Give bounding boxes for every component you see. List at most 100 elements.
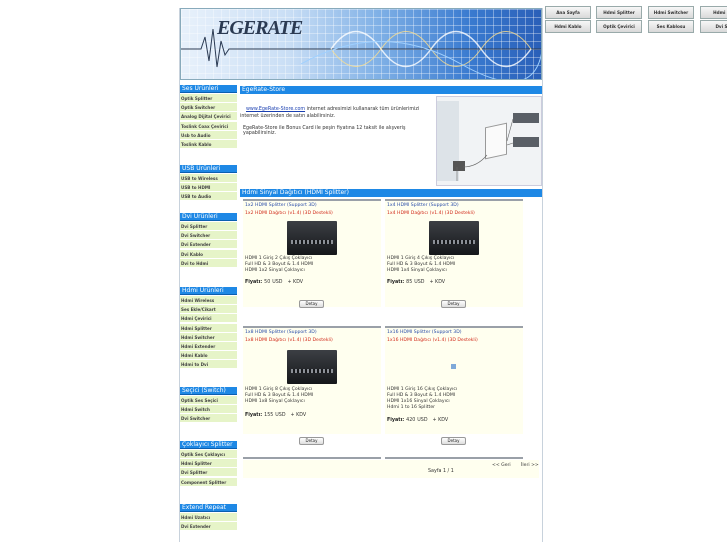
- header-banner: EGERATE: [180, 8, 542, 80]
- site-logo[interactable]: EGERATE: [217, 17, 303, 40]
- sidebar-section-title: Extend Repeat: [180, 504, 237, 512]
- sidebar-item[interactable]: Dvi Splitter: [180, 222, 237, 231]
- sidebar-item[interactable]: Dvi Kablo: [180, 249, 237, 259]
- product-name-link[interactable]: 1x4 HDMI Splitter (Support 3D): [387, 203, 459, 208]
- product-description-line: Hdmi 1 to 16 Splitter: [387, 405, 436, 410]
- sidebar-section-title: Dvi Ürünleri: [180, 213, 237, 221]
- sidebar-item[interactable]: Hdmi Kablo: [180, 351, 237, 361]
- sidebar-section-title: Çoklayıcı Splitter: [180, 441, 237, 449]
- sidebar-item[interactable]: USB to Audio: [180, 192, 237, 202]
- product-price-row: Fiyatı: 50 USD + KDV: [245, 280, 305, 285]
- product-name-link[interactable]: 1x2 HDMI Splitter (Support 3D): [245, 203, 317, 208]
- sidebar-item[interactable]: Hdmi Çevirici: [180, 314, 237, 324]
- product-price: 50: [264, 280, 271, 285]
- sidebar-item[interactable]: Optik Ses Seçici: [180, 396, 237, 405]
- sidebar-item[interactable]: USB to Wireless: [180, 174, 237, 183]
- product-name-link[interactable]: 1x16 HDMI Splitter (Support 3D): [387, 330, 462, 335]
- product-price-label: Fiyatı:: [387, 418, 405, 423]
- sidebar-section-title: Seçici (Switch): [180, 387, 237, 395]
- category-title-bar: Hdmi Sinyal Dağıtıcı (HDMI Splitter): [240, 189, 542, 197]
- product-detail-button[interactable]: Detay: [299, 437, 324, 445]
- product-description-line: HDMI 1x4 Sinyal Çoklayıcı: [387, 268, 447, 273]
- sidebar-item[interactable]: Ses Ekle/Cikart: [180, 305, 237, 315]
- sidebar-item[interactable]: Dvi to Hdmi: [180, 258, 237, 268]
- product-tax: + KDV: [429, 280, 446, 285]
- pager-next-link[interactable]: İleri >>: [521, 463, 539, 468]
- sidebar-item[interactable]: Toslink Kablo: [180, 140, 237, 149]
- product-price-label: Fiyatı:: [245, 413, 263, 418]
- product-currency: USD: [414, 280, 425, 285]
- pager-prev-link[interactable]: << Geri: [492, 463, 511, 468]
- content-right-border: [542, 8, 543, 542]
- sidebar-item[interactable]: Optik Splitter: [180, 94, 237, 103]
- pager-divider-left: [243, 457, 381, 459]
- sidebar-section-title: Hdmi Ürünleri: [180, 287, 237, 295]
- sidebar-item[interactable]: Toslink Coax Çevirici: [180, 121, 237, 131]
- product-price-row: Fiyatı: 85 USD + KDV: [387, 280, 447, 285]
- product-detail-button[interactable]: Detay: [441, 300, 466, 308]
- product-image: [287, 221, 337, 255]
- product-price: 155: [264, 413, 274, 418]
- sidebar-item[interactable]: Optik Ses Çoklayıcı: [180, 450, 237, 459]
- sidebar-item[interactable]: Hdmi Wireless: [180, 296, 237, 305]
- nav-button-row2-2[interactable]: Ses Kablosu: [648, 20, 694, 33]
- sidebar-item[interactable]: Hdmi Extender: [180, 342, 237, 351]
- product-subtitle: 1x16 HDMI Dağıtıcı (v1.4) (3D Destekli): [387, 338, 478, 343]
- sidebar-item[interactable]: Hdmi Switcher: [180, 332, 237, 342]
- sidebar-item[interactable]: Hdmi Splitter: [180, 323, 237, 333]
- product-description: HDMI 1 Giriş 2 Çıkış Çoklayıcı Full HD & …: [245, 256, 313, 274]
- product-subtitle: 1x2 HDMI Dağıtıcı (v1.4) (3D Destekli): [245, 211, 333, 216]
- store-title: EgeRate-Store: [242, 86, 286, 93]
- sidebar-item[interactable]: Hdmi Splitter: [180, 459, 237, 469]
- pager-divider-right: [385, 457, 523, 459]
- sidebar-item[interactable]: Dvi Extender: [180, 240, 237, 250]
- product-image: [287, 350, 337, 384]
- sidebar-item[interactable]: Usb to Audio: [180, 130, 237, 140]
- store-title-bar: EgeRate-Store: [240, 86, 542, 94]
- product-price: 420: [406, 418, 416, 423]
- product-image: [451, 364, 456, 369]
- sidebar-item[interactable]: Dvi Extender: [180, 522, 237, 532]
- product-card: 1x2 HDMI Splitter (Support 3D) 1x2 HDMI D…: [243, 199, 381, 308]
- product-description: HDMI 1 Giriş 8 Çıkış Çoklayıcı Full HD & …: [245, 387, 313, 405]
- product-tax: + KDV: [432, 418, 449, 423]
- product-name-link[interactable]: 1x8 HDMI Splitter (Support 3D): [245, 330, 317, 335]
- nav-button-row1-0[interactable]: Ana Sayfa: [545, 6, 591, 19]
- sidebar-item[interactable]: Optik Switcher: [180, 103, 237, 113]
- sidebar-section-title: Ses Ürünleri: [180, 85, 237, 93]
- product-card: 1x8 HDMI Splitter (Support 3D) 1x8 HDMI D…: [243, 326, 381, 445]
- product-detail-button[interactable]: Detay: [299, 300, 324, 308]
- nav-button-row2-0[interactable]: Hdmi Kablo: [545, 20, 591, 33]
- sidebar-item[interactable]: Analog Dijital Çevirici: [180, 112, 237, 122]
- store-link[interactable]: www.EgeRate-Store.com: [246, 107, 305, 112]
- product-subtitle: 1x8 HDMI Dağıtıcı (v1.4) (3D Destekli): [245, 338, 333, 343]
- product-price-label: Fiyatı:: [387, 280, 405, 285]
- sidebar-section-title: USB Ürünleri: [180, 165, 237, 173]
- nav-button-row1-2[interactable]: Hdmi Switcher: [648, 6, 694, 19]
- product-image: [429, 221, 479, 255]
- nav-button-row2-1[interactable]: Optik Çevirici: [596, 20, 642, 33]
- sidebar-item[interactable]: Hdmi to Dvi: [180, 360, 237, 370]
- sidebar-item[interactable]: Dvi Splitter: [180, 468, 237, 478]
- product-currency: USD: [272, 280, 283, 285]
- nav-button-row1-1[interactable]: Hdmi Splitter: [596, 6, 642, 19]
- product-card: 1x16 HDMI Splitter (Support 3D) 1x16 HDMI…: [385, 326, 523, 445]
- product-tax: + KDV: [290, 413, 307, 418]
- product-currency: USD: [417, 418, 428, 423]
- pager-page-label: Sayfa 1 / 1: [428, 469, 454, 474]
- nav-button-row1-3[interactable]: Hdmi Wi: [700, 6, 727, 19]
- sidebar-item[interactable]: Component Splitter: [180, 477, 237, 487]
- product-currency: USD: [275, 413, 286, 418]
- sidebar-item[interactable]: Hdmi Uzatıcı: [180, 513, 237, 522]
- product-price-label: Fiyatı:: [245, 280, 263, 285]
- product-detail-button[interactable]: Detay: [441, 437, 466, 445]
- product-card: 1x4 HDMI Splitter (Support 3D) 1x4 HDMI D…: [385, 199, 523, 308]
- nav-button-row2-3[interactable]: Dvi Sp: [700, 20, 727, 33]
- sidebar-item[interactable]: Dvi Switcher: [180, 414, 237, 424]
- product-description-line: HDMI 1x2 Sinyal Çoklayıcı: [245, 268, 305, 273]
- store-product-image: [436, 96, 542, 186]
- sidebar-item[interactable]: Dvi Switcher: [180, 231, 237, 241]
- sidebar-item[interactable]: Hdmi Switch: [180, 405, 237, 415]
- sidebar-item[interactable]: USB to HDMI: [180, 183, 237, 193]
- product-price-row: Fiyatı: 155 USD + KDV: [245, 413, 308, 418]
